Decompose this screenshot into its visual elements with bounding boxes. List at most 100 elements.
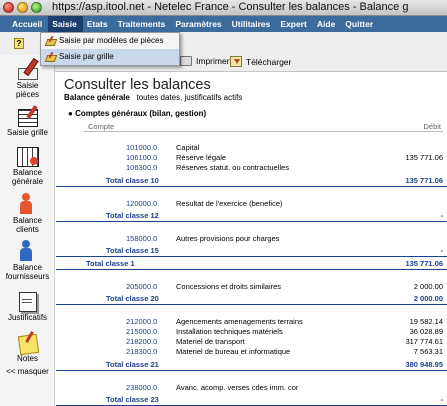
account-label: Installation techniques matériels (176, 327, 283, 336)
total-label: Total classe 20 (106, 294, 159, 303)
sidebar-label: Justificatifs (7, 313, 48, 322)
class-total-row: Total classe 10 135 771.06 (56, 176, 447, 187)
menu-expert[interactable]: Expert (276, 16, 312, 32)
sidebar-item-balance-generale[interactable]: Balance générale (0, 145, 55, 186)
submenu-label: Saisie par grille (59, 52, 114, 61)
account-row: 238000.0 Avanc. acomp. verses cdes imm. c… (56, 383, 447, 393)
pen-icon (45, 52, 55, 62)
account-debit: 2 000.00 (413, 282, 443, 291)
sidebar-label: pièces (15, 90, 40, 99)
total-label: Total classe 15 (106, 246, 159, 255)
account-label: Resultat de l'exercice (benefice) (176, 199, 283, 208)
class-total-row: Total classe 12 - (56, 211, 447, 222)
help-icon[interactable]: ? (14, 38, 24, 49)
sidebar-label: Saisie grille (7, 128, 48, 137)
class-total-row: Total classe 21 380 948.95 (56, 360, 447, 371)
total-debit: - (440, 395, 444, 404)
close-window-button[interactable] (3, 2, 14, 13)
print-button[interactable]: Imprimer (180, 56, 230, 66)
account-row: 101000.0 Capital (56, 143, 447, 153)
total-label: Total classe 12 (106, 211, 159, 220)
account-label: Réserve légale (176, 153, 227, 162)
total-debit: - (440, 246, 444, 255)
column-header-debit[interactable]: Débit (423, 122, 441, 131)
account-code-link[interactable]: 205000.0 (126, 282, 157, 292)
minimize-window-button[interactable] (17, 2, 28, 13)
account-code-link[interactable]: 158000.0 (126, 234, 157, 244)
account-code-link[interactable]: 101000.0 (126, 143, 157, 153)
download-button[interactable]: Télécharger (230, 56, 291, 67)
account-code-link[interactable]: 218300.0 (126, 347, 157, 357)
account-debit: 36 028.89 (409, 327, 443, 336)
menu-quitter[interactable]: Quitter (341, 16, 379, 32)
sidebar-item-justificatifs[interactable]: Justificatifs (0, 290, 55, 322)
menu-traitements[interactable]: Traitements (114, 16, 172, 32)
account-row: 120000.0 Resultat de l'exercice (benefice… (56, 199, 447, 209)
account-code-link[interactable]: 106300.0 (126, 163, 157, 173)
account-row: 212000.0 Agencements amenagements terrain… (56, 317, 447, 327)
total-debit: 2 000.00 (413, 294, 443, 303)
account-debit: 135 771.06 (405, 153, 443, 162)
zoom-window-button[interactable] (31, 2, 42, 13)
sidebar: Saisie pièces Saisie grille Balance géné… (0, 55, 55, 406)
menu-saisie[interactable]: Saisie (48, 16, 83, 32)
section-heading[interactable]: ● Comptes généraux (bilan, gestion) (68, 109, 206, 118)
sidebar-item-notes[interactable]: Notes (0, 331, 55, 363)
notes-icon (16, 331, 40, 353)
class-grand-total-row: Total classe 1 135 771.06 (56, 259, 447, 270)
window-title: https://asp.itool.net - Netelec France -… (52, 1, 409, 13)
pen-icon (45, 36, 55, 46)
total-debit: 380 948.95 (405, 360, 443, 369)
page-title: Consulter les balances (64, 77, 211, 93)
sidebar-label: Balance (13, 263, 42, 272)
header-divider (84, 131, 443, 132)
account-row: 218300.0 Materiel de bureau et informatiq… (56, 347, 447, 357)
menu-aide[interactable]: Aide (313, 16, 341, 32)
account-code-link[interactable]: 215000.0 (126, 327, 157, 337)
saisie-submenu: Saisie par modèles de pièces Saisie par … (40, 32, 180, 66)
account-label: Avanc. acomp. verses cdes imm. cor (176, 383, 299, 392)
account-debit: 19 582.14 (409, 317, 443, 326)
total-debit: 135 771.06 (405, 176, 443, 185)
submenu-saisie-grille[interactable]: Saisie par grille (41, 49, 179, 65)
class-total-row: Total classe 15 - (56, 246, 447, 257)
hide-sidebar-link[interactable]: << masquer (0, 367, 55, 376)
total-label: Total classe 1 (86, 259, 135, 268)
account-code-link[interactable]: 120000.0 (126, 199, 157, 209)
menu-accueil[interactable]: Accueil (8, 16, 48, 32)
account-row: 205000.0 Concessions et droits similaires… (56, 282, 447, 292)
section-title: Comptes généraux (bilan, gestion) (75, 109, 207, 118)
column-header-compte[interactable]: Compte (88, 122, 114, 131)
total-label: Total classe 10 (106, 176, 159, 185)
account-code-link[interactable]: 106100.0 (126, 153, 157, 163)
sidebar-item-balance-clients[interactable]: Balance clients (0, 193, 55, 234)
window-controls (3, 2, 42, 13)
submenu-saisie-modeles[interactable]: Saisie par modèles de pièces (41, 33, 179, 49)
sidebar-label: fournisseurs (5, 272, 50, 281)
menu-etats[interactable]: Etats (83, 16, 114, 32)
download-label: Télécharger (246, 56, 292, 67)
subtitle-balance-type: Balance générale (64, 93, 130, 102)
account-row: 106300.0 Réserves statut. ou contractuell… (56, 163, 447, 173)
total-label: Total classe 21 (106, 360, 159, 369)
account-label: Materiel de bureau et informatique (176, 347, 291, 356)
sidebar-label: générale (11, 177, 44, 186)
printer-icon (180, 56, 192, 66)
grid-icon (16, 105, 40, 127)
account-label: Réserves statut. ou contractuelles (176, 163, 289, 172)
download-icon (230, 56, 242, 67)
menu-utilitaires[interactable]: Utilitaires (228, 16, 277, 32)
main-content: Consulter les balances Balance générale … (56, 72, 447, 406)
account-code-link[interactable]: 212000.0 (126, 317, 157, 327)
total-debit: 135 771.06 (405, 259, 443, 268)
total-debit: - (440, 211, 444, 220)
sidebar-label: Saisie (16, 81, 39, 90)
menu-parametres[interactable]: Paramètres (171, 16, 227, 32)
sidebar-item-balance-fournisseurs[interactable]: Balance fournisseurs (0, 240, 55, 281)
account-debit: 7 563.31 (413, 347, 443, 356)
pen-icon (16, 58, 40, 80)
sidebar-item-saisie-grille[interactable]: Saisie grille (0, 105, 55, 137)
account-code-link[interactable]: 238000.0 (126, 383, 157, 393)
documents-icon (16, 290, 40, 312)
account-code-link[interactable]: 218200.0 (126, 337, 157, 347)
